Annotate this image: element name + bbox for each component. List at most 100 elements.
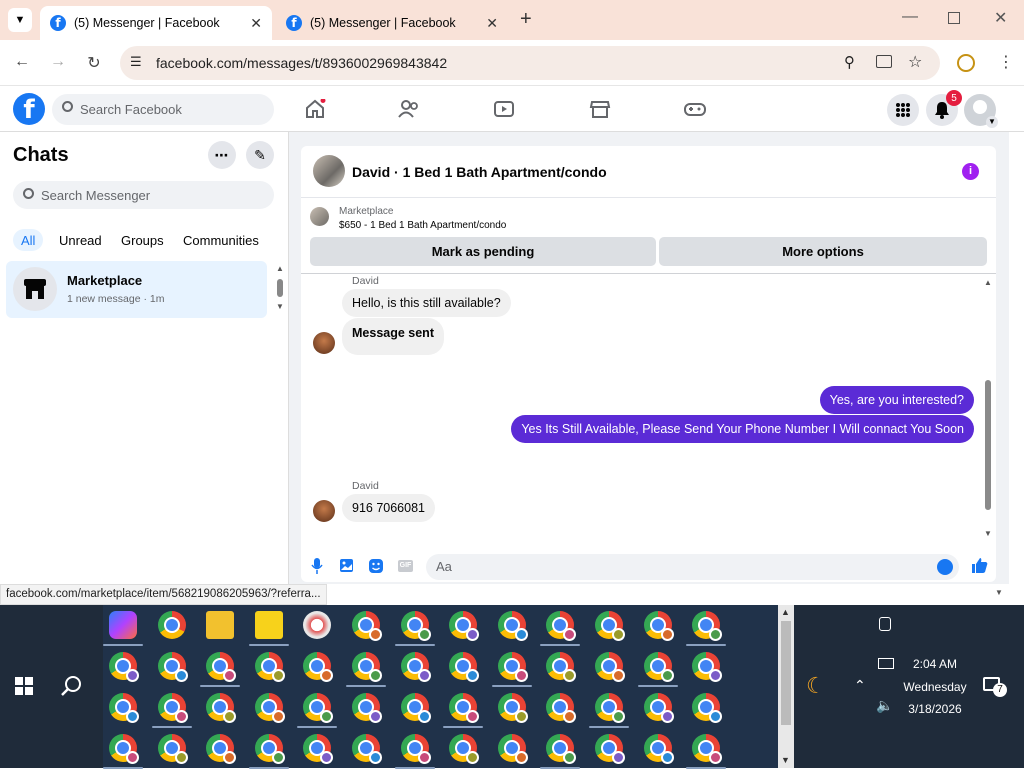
filter-unread[interactable]: Unread: [59, 229, 102, 251]
site-info-icon[interactable]: ☰: [130, 54, 142, 70]
copilot-app-icon[interactable]: [109, 611, 137, 639]
conversation-info-button[interactable]: i: [962, 163, 979, 180]
volume-icon[interactable]: 🔈: [876, 697, 893, 714]
restore-button[interactable]: [948, 12, 960, 24]
chrome-profile-app-icon[interactable]: [449, 652, 480, 682]
listing-thumbnail[interactable]: [313, 155, 345, 187]
chrome-profile-app-icon[interactable]: [254, 652, 285, 682]
camera-icon[interactable]: [879, 617, 891, 631]
scroll-down-icon[interactable]: ▼: [276, 302, 284, 311]
david-avatar[interactable]: [313, 332, 335, 354]
chrome-profile-app-icon[interactable]: [595, 652, 625, 682]
network-icon[interactable]: [878, 658, 894, 669]
chrome-profile-app-icon[interactable]: [497, 734, 528, 764]
chrome-profile-app-icon[interactable]: [497, 611, 528, 641]
chrome-profile-app-icon[interactable]: [546, 734, 577, 764]
chrome-profile-app-icon[interactable]: [643, 611, 674, 641]
chrome-profile-app-icon[interactable]: [254, 693, 285, 723]
chrome-profile-app-icon[interactable]: [595, 693, 625, 723]
profile-icon[interactable]: [957, 54, 975, 72]
chrome-profile-app-icon[interactable]: [643, 734, 674, 764]
message-bubble[interactable]: Hello, is this still available?: [342, 289, 511, 317]
chrome-profile-app-icon[interactable]: [400, 611, 431, 641]
chrome-profile-app-icon[interactable]: [546, 652, 577, 682]
close-window-button[interactable]: ✕: [994, 8, 1007, 28]
filter-groups[interactable]: Groups: [121, 229, 164, 251]
gif-icon[interactable]: GIF: [398, 560, 413, 572]
chrome-profile-app-icon[interactable]: [352, 693, 382, 723]
reload-button[interactable]: ↻: [84, 53, 104, 73]
chrome-profile-app-icon[interactable]: [497, 693, 528, 723]
chrome-profile-app-icon[interactable]: [157, 734, 188, 764]
scroll-down-icon[interactable]: ▼: [781, 755, 790, 765]
chrome-profile-app-icon[interactable]: [400, 693, 431, 723]
facebook-search-input[interactable]: Search Facebook: [52, 94, 274, 125]
chrome-profile-app-icon[interactable]: [303, 734, 334, 764]
message-bubble[interactable]: 916 7066081: [342, 494, 435, 522]
clock-date[interactable]: 3/18/2026: [898, 702, 972, 716]
page-scroll-down-icon[interactable]: ▼: [995, 588, 1003, 597]
gaming-icon[interactable]: [684, 99, 706, 119]
install-app-icon[interactable]: [876, 55, 892, 68]
bookmark-star-icon[interactable]: ☆: [908, 52, 922, 72]
chat-item-marketplace[interactable]: Marketplace 1 new message · 1m: [6, 261, 267, 318]
chrome-profile-app-icon[interactable]: [497, 652, 528, 682]
clock-day[interactable]: Wednesday: [898, 680, 972, 694]
notifications-button[interactable]: 5: [926, 90, 962, 126]
chrome-profile-app-icon[interactable]: [303, 652, 334, 682]
chrome-profile-app-icon[interactable]: [157, 611, 186, 639]
message-bubble-outgoing[interactable]: Yes Its Still Available, Please Send You…: [511, 415, 974, 443]
tab-search-button[interactable]: ▼: [8, 8, 32, 32]
chrome-profile-app-icon[interactable]: [400, 652, 431, 682]
new-message-button[interactable]: ✎: [246, 141, 274, 169]
chrome-profile-app-icon[interactable]: [109, 693, 139, 723]
menu-grid-button[interactable]: [887, 94, 919, 126]
chrome-profile-app-icon[interactable]: [109, 734, 139, 764]
forward-button[interactable]: →: [48, 53, 68, 71]
account-avatar[interactable]: ▼: [964, 94, 998, 128]
scroll-thumb[interactable]: [277, 279, 283, 297]
chrome-profile-app-icon[interactable]: [157, 652, 188, 682]
message-bubble[interactable]: Message sent: [342, 318, 444, 355]
chrome-profile-app-icon[interactable]: [109, 652, 139, 682]
chrome-profile-app-icon[interactable]: [449, 611, 480, 641]
message-bubble-outgoing[interactable]: Yes, are you interested?: [819, 386, 974, 414]
address-bar[interactable]: ☰ facebook.com/messages/t/89360029698438…: [120, 46, 940, 80]
scroll-up-icon[interactable]: ▲: [781, 607, 790, 617]
tab-messenger-1[interactable]: f (5) Messenger | Facebook ✕: [40, 6, 272, 40]
chrome-profile-app-icon[interactable]: [449, 693, 480, 723]
david-avatar[interactable]: [313, 500, 335, 522]
conversation-title[interactable]: David · 1 Bed 1 Bath Apartment/condo: [352, 164, 607, 180]
chrome-profile-app-icon[interactable]: [546, 611, 577, 641]
photo-app-icon[interactable]: [303, 611, 332, 639]
night-light-icon[interactable]: ☾: [806, 673, 826, 699]
chrome-profile-app-icon[interactable]: [692, 652, 723, 682]
chrome-profile-app-icon[interactable]: [206, 734, 237, 764]
chrome-profile-app-icon[interactable]: [692, 693, 723, 723]
zoom-icon[interactable]: ⚲: [844, 53, 855, 71]
chrome-profile-app-icon[interactable]: [546, 693, 577, 723]
mark-pending-button[interactable]: Mark as pending: [310, 237, 656, 266]
chrome-profile-app-icon[interactable]: [352, 652, 382, 682]
chrome-profile-app-icon[interactable]: [595, 734, 625, 764]
thumbs-up-icon[interactable]: [971, 557, 988, 574]
sidebar-scrollbar[interactable]: ▲ ▼: [275, 264, 285, 311]
chrome-profile-app-icon[interactable]: [254, 734, 285, 764]
search-messenger-input[interactable]: Search Messenger: [13, 181, 274, 209]
more-options-button[interactable]: More options: [659, 237, 987, 266]
tab-messenger-2[interactable]: f (5) Messenger | Facebook ✕: [276, 6, 508, 40]
listing-summary[interactable]: Marketplace $650 - 1 Bed 1 Bath Apartmen…: [310, 206, 980, 232]
sticky-app-icon[interactable]: [254, 611, 283, 639]
chrome-profile-app-icon[interactable]: [400, 734, 431, 764]
scroll-thumb[interactable]: [985, 380, 991, 510]
filter-communities[interactable]: Communities: [183, 229, 259, 251]
chrome-profile-app-icon[interactable]: [206, 693, 237, 723]
message-input[interactable]: Aa: [426, 554, 959, 580]
sticker-icon[interactable]: [369, 559, 383, 573]
messages-scrollbar[interactable]: ▲ ▼: [982, 278, 994, 540]
video-icon[interactable]: [493, 99, 515, 119]
chrome-profile-app-icon[interactable]: [692, 734, 723, 764]
chrome-profile-app-icon[interactable]: [303, 693, 334, 723]
browser-menu-icon[interactable]: ⋮: [998, 52, 1014, 72]
show-hidden-icons-icon[interactable]: ⌃: [854, 677, 866, 694]
